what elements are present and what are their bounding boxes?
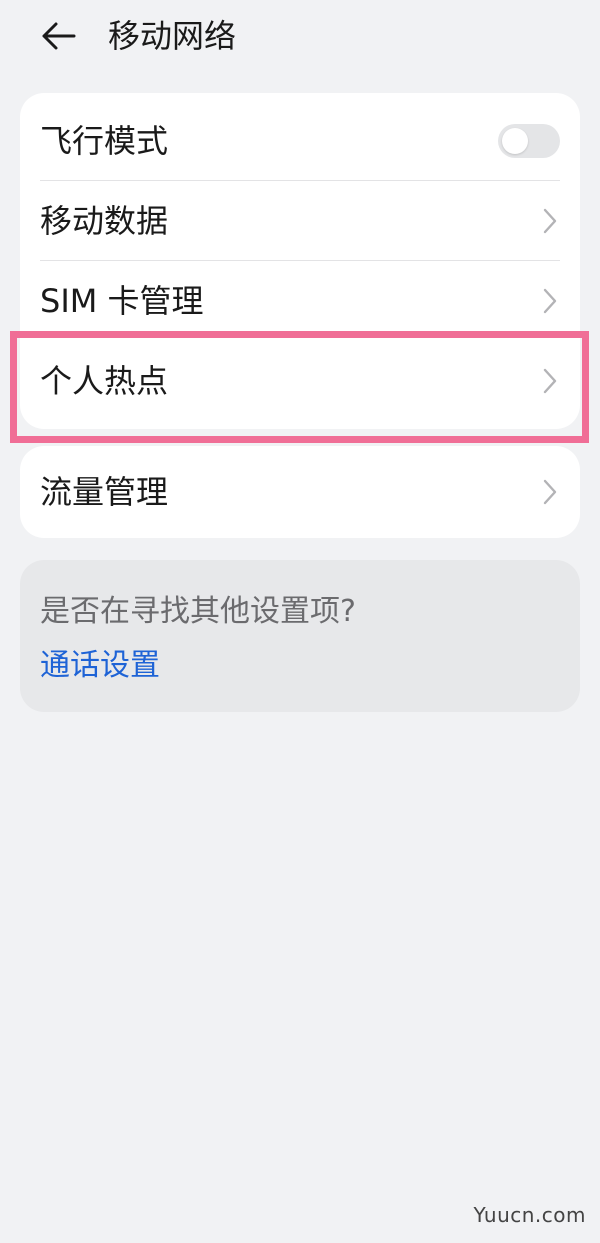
data-usage-card: 流量管理 bbox=[20, 446, 580, 538]
suggestion-card: 是否在寻找其他设置项? 通话设置 bbox=[20, 560, 580, 712]
data-usage-management-row[interactable]: 流量管理 bbox=[20, 446, 580, 538]
personal-hotspot-row[interactable]: 个人热点 bbox=[20, 341, 580, 421]
chevron-right-icon bbox=[540, 478, 560, 506]
chevron-right-icon bbox=[540, 287, 560, 315]
mobile-network-settings-card: 飞行模式 移动数据 SIM 卡管理 个人热点 bbox=[20, 93, 580, 429]
suggestion-title: 是否在寻找其他设置项? bbox=[40, 594, 356, 629]
toggle-knob bbox=[502, 128, 528, 154]
back-button[interactable] bbox=[36, 14, 80, 58]
page-title: 移动网络 bbox=[108, 17, 237, 55]
data-usage-management-label: 流量管理 bbox=[40, 473, 169, 511]
call-settings-link[interactable]: 通话设置 bbox=[40, 644, 160, 688]
chevron-right-icon bbox=[540, 207, 560, 235]
header: 移动网络 bbox=[0, 0, 600, 72]
watermark: Yuucn.com bbox=[473, 1203, 586, 1227]
sim-card-management-row[interactable]: SIM 卡管理 bbox=[20, 261, 580, 341]
arrow-left-icon bbox=[42, 22, 76, 50]
airplane-mode-label: 飞行模式 bbox=[40, 122, 169, 160]
airplane-mode-row[interactable]: 飞行模式 bbox=[20, 93, 580, 181]
mobile-data-label: 移动数据 bbox=[40, 202, 169, 240]
sim-card-management-label: SIM 卡管理 bbox=[40, 282, 204, 320]
airplane-mode-toggle[interactable] bbox=[498, 124, 560, 158]
mobile-data-row[interactable]: 移动数据 bbox=[20, 181, 580, 261]
personal-hotspot-label: 个人热点 bbox=[40, 362, 169, 400]
chevron-right-icon bbox=[540, 367, 560, 395]
